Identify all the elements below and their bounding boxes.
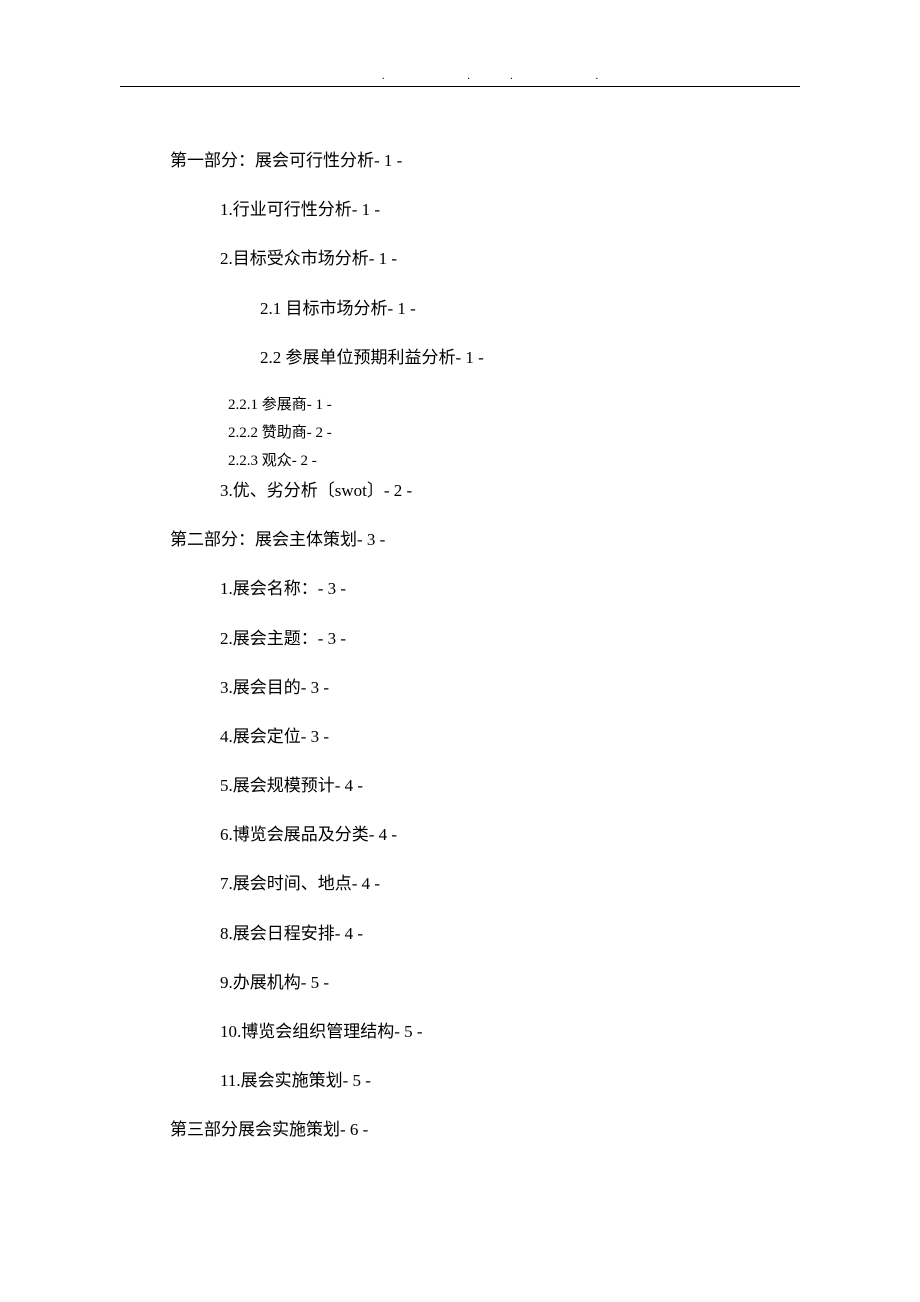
toc-item: 2.展会主题：- 3 -: [220, 625, 800, 652]
toc-item: 2.2 参展单位预期利益分析- 1 -: [260, 344, 800, 371]
toc-item: 2.1 目标市场分析- 1 -: [260, 295, 800, 322]
toc-part-3: 第三部分展会实施策划- 6 -: [170, 1116, 800, 1143]
toc-item: 2.2.2 赞助商- 2 -: [228, 421, 800, 445]
toc-item: 1.行业可行性分析- 1 -: [220, 196, 800, 223]
toc-item: 4.展会定位- 3 -: [220, 723, 800, 750]
document-page: . .. . 第一部分：展会可行性分析- 1 - 1.行业可行性分析- 1 - …: [0, 0, 920, 1226]
toc-item: 7.展会时间、地点- 4 -: [220, 870, 800, 897]
toc-item: 10.博览会组织管理结构- 5 -: [220, 1018, 800, 1045]
toc-item: 2.2.3 观众- 2 -: [228, 449, 800, 473]
toc-part-1: 第一部分：展会可行性分析- 1 -: [170, 147, 800, 174]
header-dots: . .. .: [120, 70, 800, 82]
toc-item: 8.展会日程安排- 4 -: [220, 920, 800, 947]
header-divider: [120, 86, 800, 87]
toc-item: 9.办展机构- 5 -: [220, 969, 800, 996]
toc-item: 2.目标受众市场分析- 1 -: [220, 245, 800, 272]
toc-item: 6.博览会展品及分类- 4 -: [220, 821, 800, 848]
toc-item: 5.展会规模预计- 4 -: [220, 772, 800, 799]
toc-item: 3.优、劣分析〔swot〕- 2 -: [220, 477, 800, 504]
toc-part-2: 第二部分：展会主体策划- 3 -: [170, 526, 800, 553]
toc-item: 11.展会实施策划- 5 -: [220, 1067, 800, 1094]
toc-item: 3.展会目的- 3 -: [220, 674, 800, 701]
toc-item: 1.展会名称：- 3 -: [220, 575, 800, 602]
toc-item: 2.2.1 参展商- 1 -: [228, 393, 800, 417]
table-of-contents: 第一部分：展会可行性分析- 1 - 1.行业可行性分析- 1 - 2.目标受众市…: [120, 147, 800, 1144]
